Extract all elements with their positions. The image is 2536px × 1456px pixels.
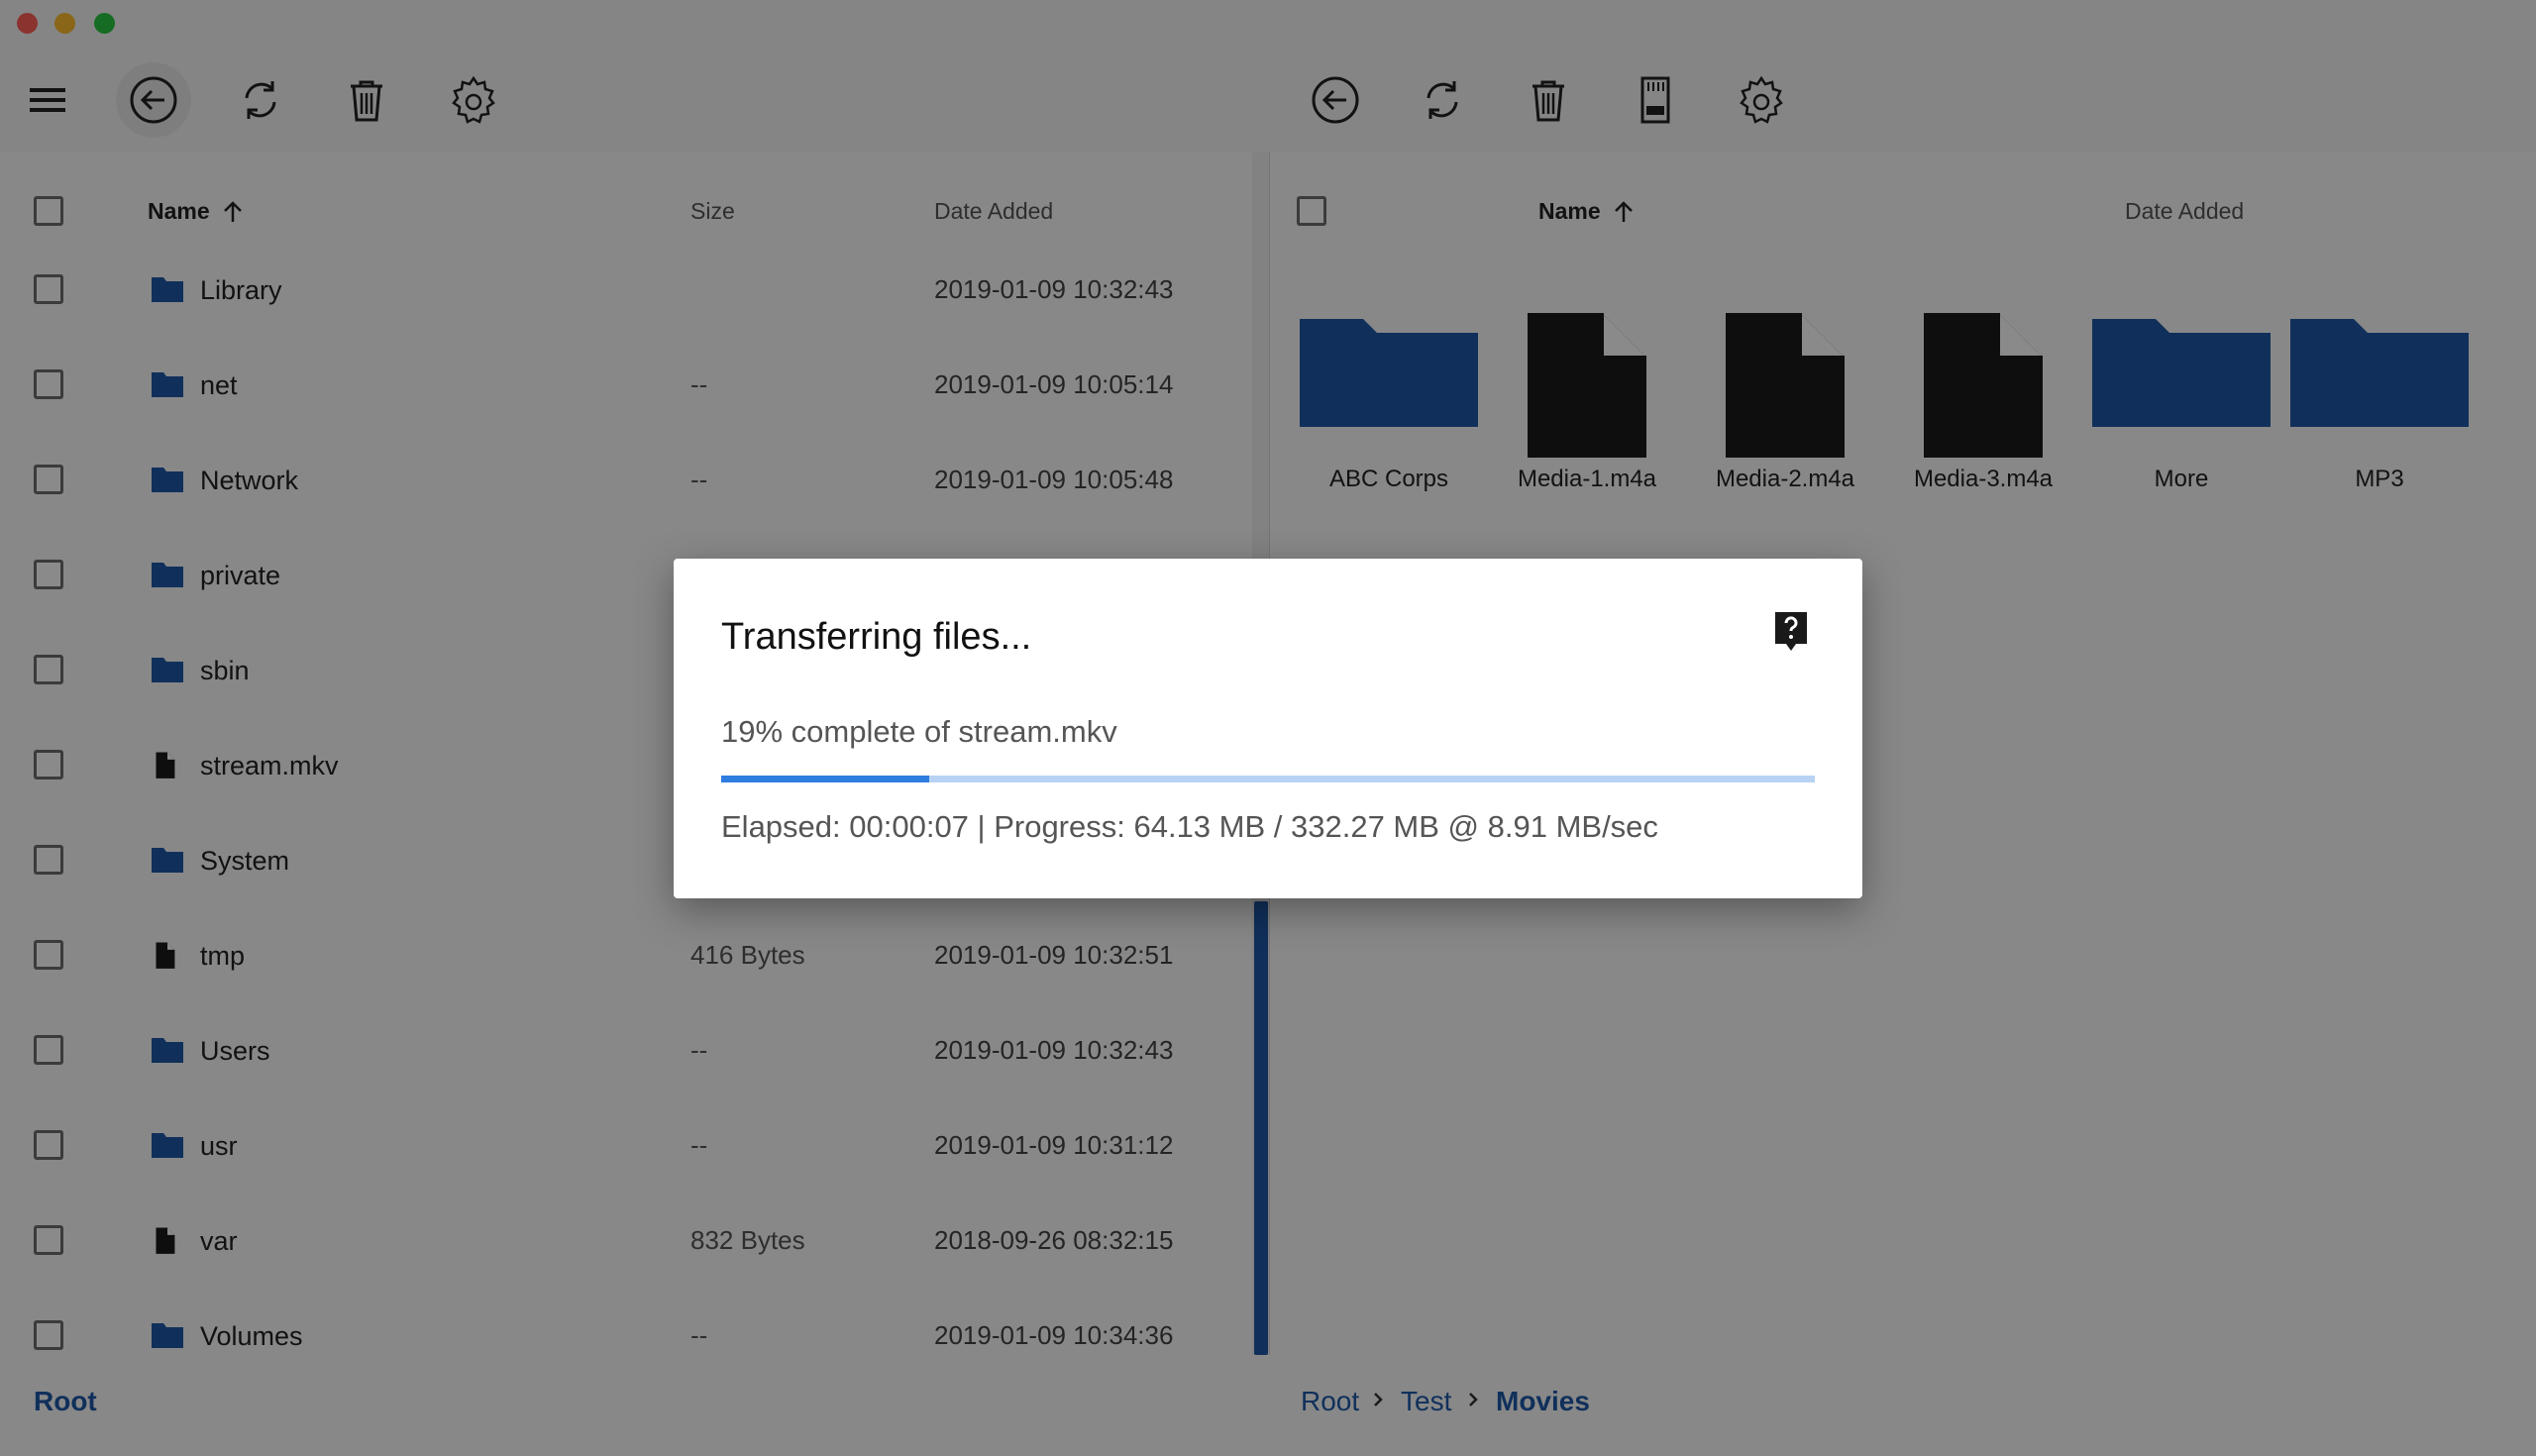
transfer-status: 19% complete of stream.mkv (721, 714, 1117, 749)
help-icon[interactable] (1771, 608, 1811, 656)
dialog-title: Transferring files... (721, 616, 1032, 658)
transfer-details: Elapsed: 00:00:07 | Progress: 64.13 MB /… (721, 809, 1658, 844)
transfer-progress-fill (721, 776, 929, 782)
transfer-dialog: Transferring files... 19% complete of st… (674, 559, 1862, 898)
transfer-progress-bar (721, 776, 1815, 782)
